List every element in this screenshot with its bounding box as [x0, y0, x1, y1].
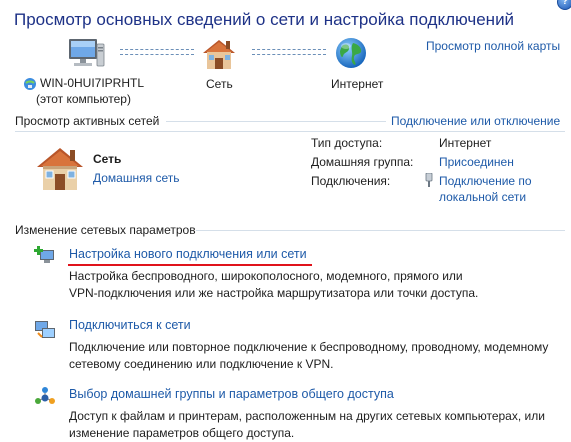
- connections-label: Подключения:: [311, 174, 391, 188]
- page-title: Просмотр основных сведений о сети и наст…: [14, 10, 515, 29]
- change-settings-header: Изменение сетевых параметров: [15, 223, 196, 237]
- home-network-icon: [34, 145, 86, 193]
- section-divider-3: [196, 230, 565, 231]
- ethernet-icon: [424, 172, 434, 187]
- task-homegroup-link[interactable]: Выбор домашней группы и параметров общег…: [69, 387, 394, 401]
- active-networks-header: Просмотр активных сетей: [15, 114, 160, 128]
- task-new-connection-desc-1: Настройка беспроводного, широкополосного…: [69, 269, 463, 283]
- network-adapter-icon: [23, 77, 37, 91]
- homegroup-label: Домашняя группа:: [311, 155, 414, 169]
- house-icon[interactable]: [200, 37, 238, 71]
- computer-icon: [66, 38, 106, 72]
- highlight-underline: [68, 264, 312, 266]
- task-connect-network-desc-2: сетевому соединению или подключение к VP…: [69, 357, 334, 371]
- internet-label: Интернет: [331, 77, 384, 91]
- access-type-value: Интернет: [439, 136, 492, 150]
- task-connect-network-desc-1: Подключение или повторное подключение к …: [69, 340, 549, 354]
- task-new-connection-desc-2: VPN-подключения или же настройка маршрут…: [69, 286, 479, 300]
- computer-name: WIN-0HUI7IPRHTL: [40, 76, 145, 90]
- globe-icon[interactable]: [334, 36, 368, 70]
- map-link-line-1: [120, 49, 194, 50]
- connections-link-line2[interactable]: локальной сети: [439, 190, 526, 204]
- task-connect-network-link[interactable]: Подключиться к сети: [69, 318, 191, 332]
- homegroup-link[interactable]: Присоединен: [439, 155, 514, 169]
- active-network-name: Сеть: [93, 152, 122, 166]
- network-type-link[interactable]: Домашняя сеть: [93, 171, 179, 185]
- homegroup-icon: [34, 386, 56, 408]
- connect-network-icon: [34, 318, 56, 340]
- new-connection-icon: [34, 245, 56, 267]
- access-type-label: Тип доступа:: [311, 136, 383, 150]
- computer-subtitle: (этот компьютер): [36, 92, 131, 106]
- view-full-map-link[interactable]: Просмотр полной карты: [426, 39, 560, 53]
- task-new-connection-link[interactable]: Настройка нового подключения или сети: [69, 247, 307, 261]
- help-icon[interactable]: ?: [557, 0, 571, 10]
- network-label: Сеть: [206, 77, 233, 91]
- connect-disconnect-link[interactable]: Подключение или отключение: [391, 114, 560, 128]
- section-divider: [166, 121, 386, 122]
- map-link-line-1b: [120, 54, 194, 55]
- map-link-line-2: [252, 49, 326, 50]
- task-homegroup-desc-1: Доступ к файлам и принтерам, расположенн…: [69, 409, 545, 423]
- task-homegroup-desc-2: изменение параметров общего доступа.: [69, 426, 295, 440]
- map-link-line-2b: [252, 54, 326, 55]
- connections-link-line1[interactable]: Подключение по: [439, 174, 532, 188]
- section-divider-2: [15, 131, 565, 132]
